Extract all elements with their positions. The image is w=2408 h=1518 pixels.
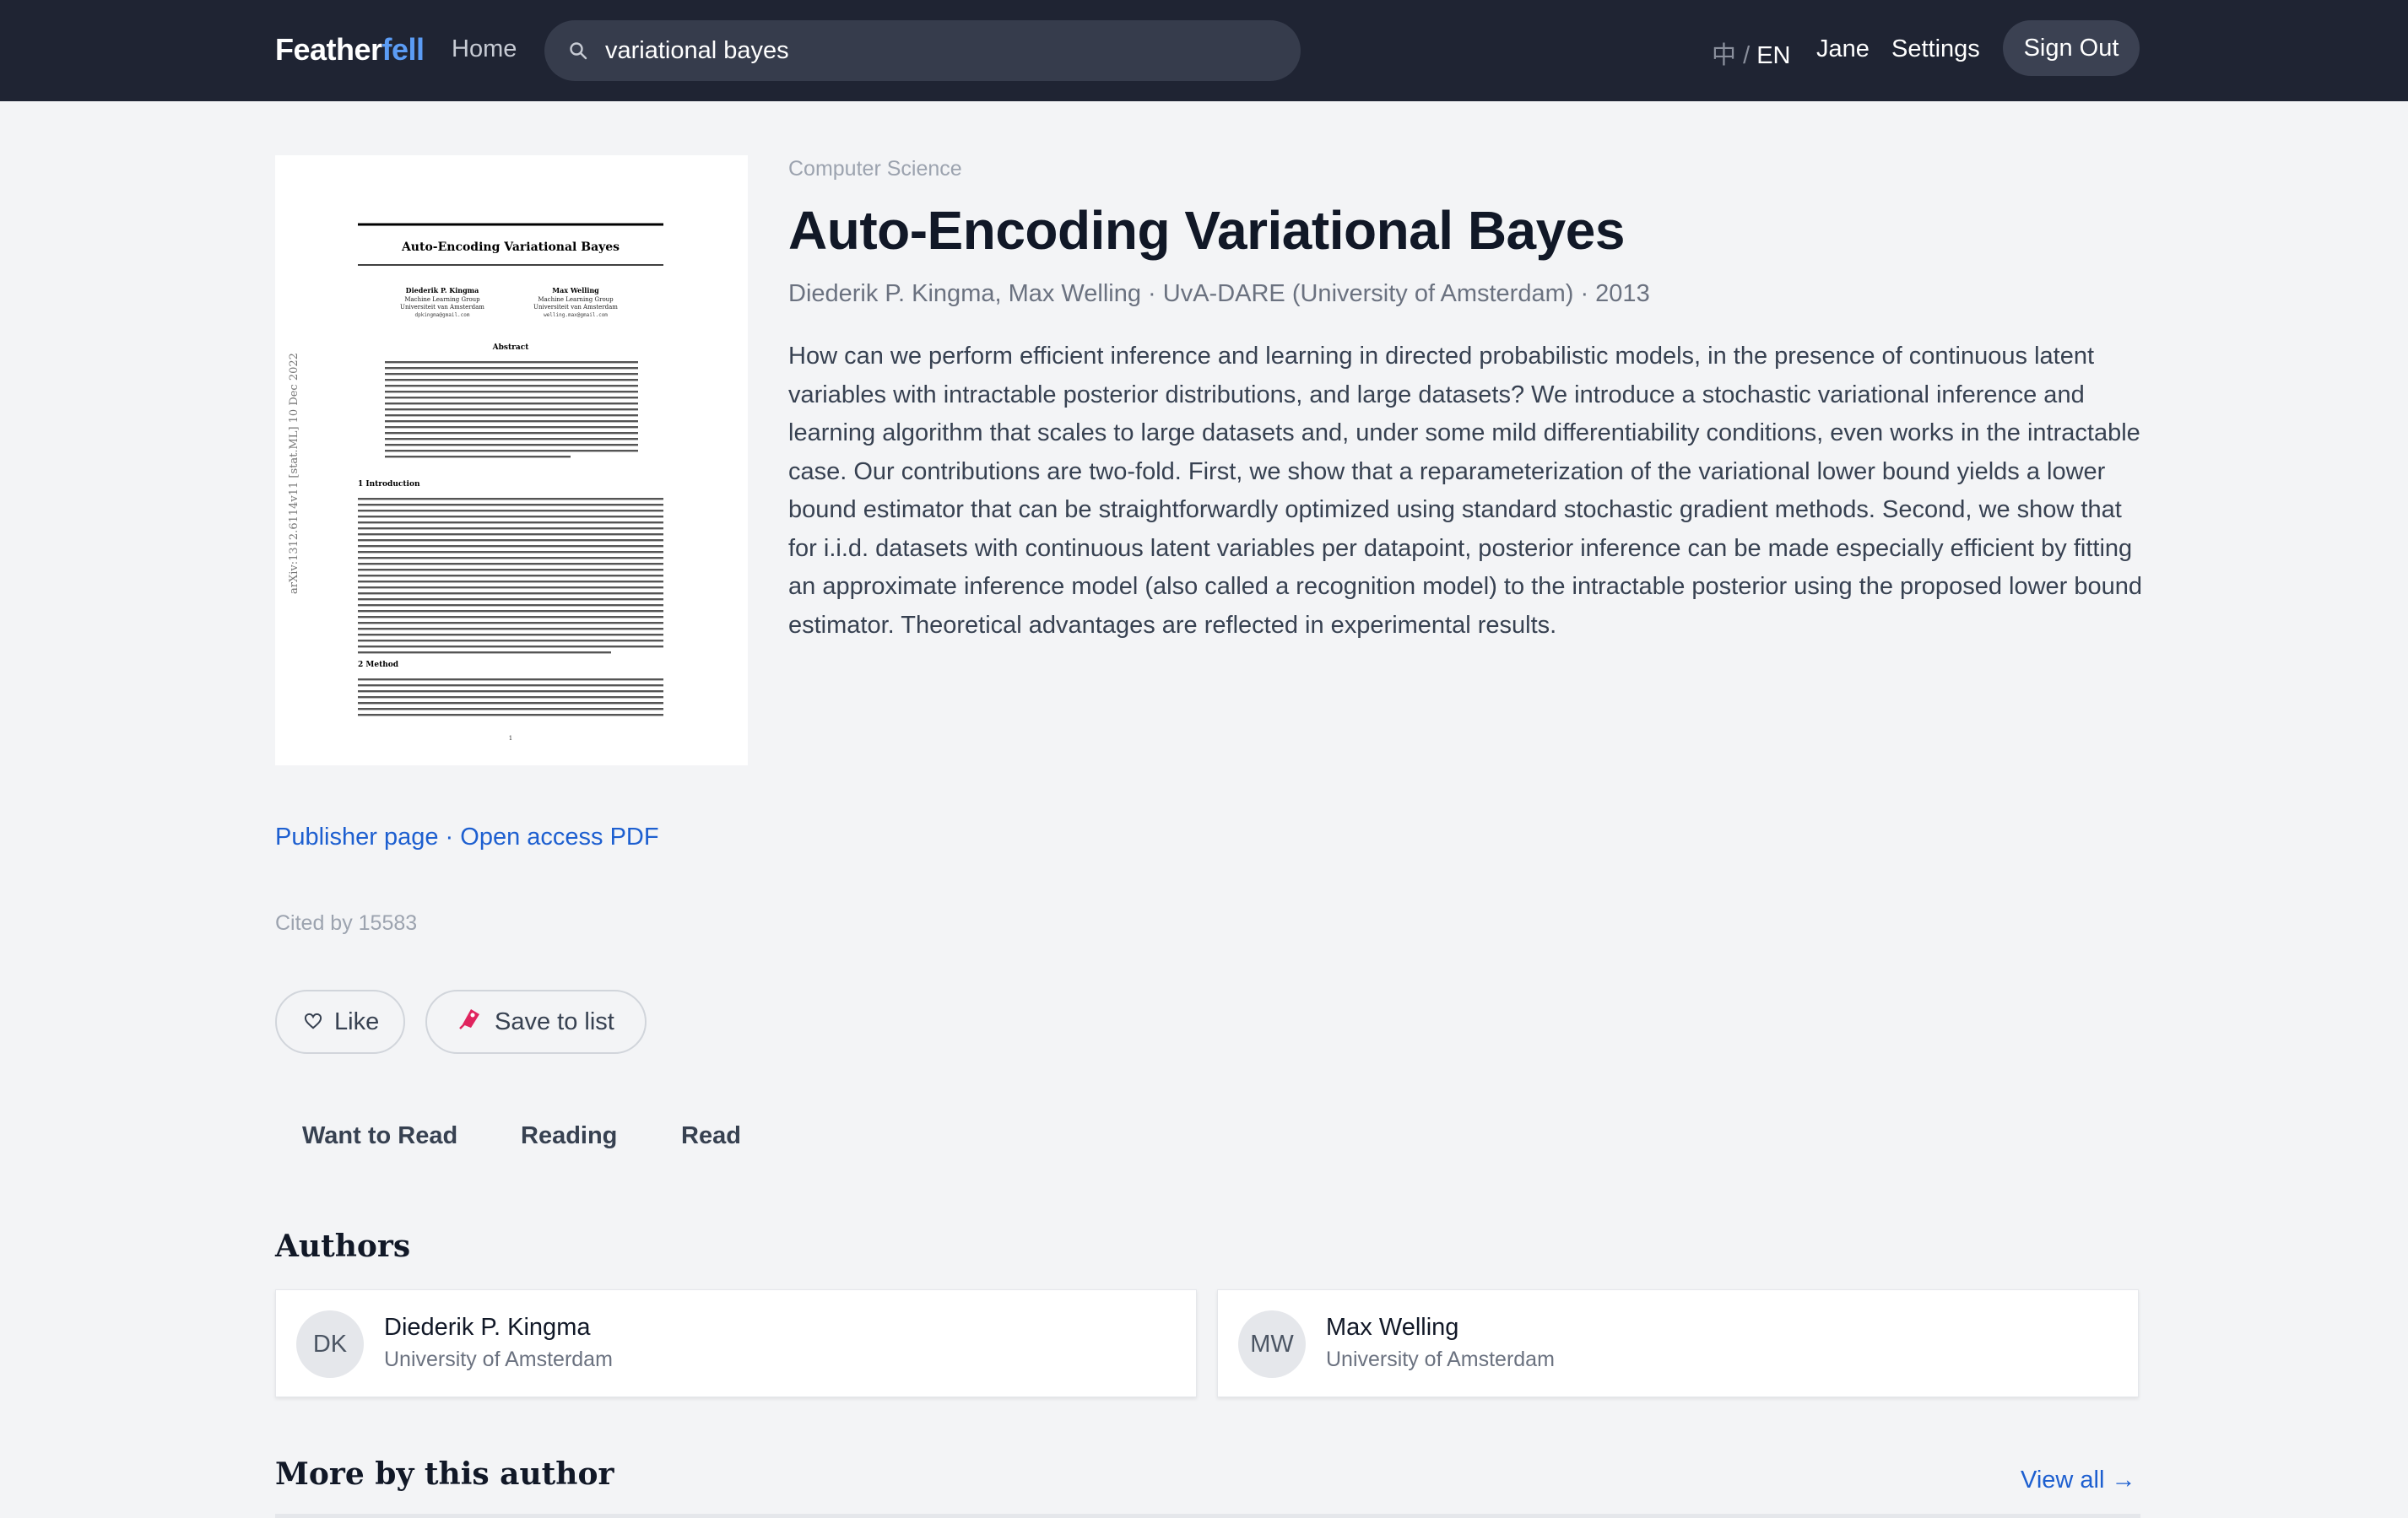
paper-title: Auto-Encoding Variational Bayes xyxy=(788,200,1625,261)
author-name: Diederik P. Kingma xyxy=(384,1314,591,1341)
settings-link[interactable]: Settings xyxy=(1891,35,1980,63)
search-icon xyxy=(570,42,587,60)
svg-text:welling.max@gmail.com: welling.max@gmail.com xyxy=(544,312,608,318)
save-to-list-label: Save to list xyxy=(495,1007,614,1035)
publisher-page-link[interactable]: Publisher page xyxy=(275,824,438,851)
user-name-link[interactable]: Jane xyxy=(1816,35,1870,63)
nav-home-link[interactable]: Home xyxy=(452,35,517,63)
arxiv-stamp: arXiv:1312.6114v11 [stat.ML] 10 Dec 2022 xyxy=(288,353,300,594)
svg-text:Diederik P. Kingma: Diederik P. Kingma xyxy=(406,286,479,294)
open-access-pdf-link[interactable]: Open access PDF xyxy=(460,824,658,851)
lang-zh-option[interactable]: 中 xyxy=(1712,42,1736,69)
paper-meta: Diederik P. Kingma, Max Welling · UvA-DA… xyxy=(788,280,1650,307)
like-label: Like xyxy=(334,1007,380,1035)
brand-logo[interactable]: Featherfell xyxy=(275,32,425,68)
author-affiliation: University of Amsterdam xyxy=(384,1348,613,1371)
cover-title: Auto-Encoding Variational Bayes xyxy=(401,240,620,254)
authors-heading: Authors xyxy=(275,1229,411,1264)
svg-text:dpkingma@gmail.com: dpkingma@gmail.com xyxy=(414,312,469,318)
author-card[interactable]: MW Max Welling University of Amsterdam xyxy=(1217,1289,2139,1397)
avatar: MW xyxy=(1238,1310,1306,1378)
author-name: Max Welling xyxy=(1326,1314,1459,1341)
svg-text:Machine Learning Group: Machine Learning Group xyxy=(404,296,480,303)
save-to-list-button[interactable]: Save to list xyxy=(425,990,647,1054)
search-bar[interactable] xyxy=(544,20,1301,81)
avatar: DK xyxy=(296,1310,364,1378)
paper-links: Publisher page · Open access PDF xyxy=(275,824,659,851)
search-input[interactable] xyxy=(605,30,1280,71)
svg-text:Max Welling: Max Welling xyxy=(552,286,599,294)
sign-out-button[interactable]: Sign Out xyxy=(2003,20,2140,76)
paper-first-page-image: Auto-Encoding Variational Bayes Diederik… xyxy=(275,155,748,765)
paper-cover-thumbnail[interactable]: Auto-Encoding Variational Bayes Diederik… xyxy=(275,155,748,765)
svg-text:1: 1 xyxy=(509,735,512,742)
lang-separator: / xyxy=(1743,42,1751,69)
svg-text:Machine Learning Group: Machine Learning Group xyxy=(538,296,614,303)
tab-read[interactable]: Read xyxy=(681,1122,741,1150)
cited-by-count[interactable]: Cited by 15583 xyxy=(275,911,417,936)
author-affiliation: University of Amsterdam xyxy=(1326,1348,1555,1371)
more-by-author-cards-edge xyxy=(275,1514,2140,1518)
more-by-author-heading: More by this author xyxy=(275,1456,614,1492)
tab-want-to-read[interactable]: Want to Read xyxy=(302,1122,457,1150)
language-switcher[interactable]: 中 / EN xyxy=(1712,35,1791,71)
svg-text:1 Introduction: 1 Introduction xyxy=(358,480,420,489)
lang-en-option[interactable]: EN xyxy=(1756,42,1790,69)
paper-abstract: How can we perform efficient inference a… xyxy=(788,343,2143,639)
author-card[interactable]: DK Diederik P. Kingma University of Amst… xyxy=(275,1289,1197,1397)
svg-text:Abstract: Abstract xyxy=(492,343,530,352)
svg-text:Universiteit van Amsterdam: Universiteit van Amsterdam xyxy=(533,304,618,311)
like-button[interactable]: Like xyxy=(275,990,405,1054)
bookmark-icon xyxy=(457,1006,483,1038)
link-separator: · xyxy=(438,824,461,851)
svg-text:Universiteit van Amsterdam: Universiteit van Amsterdam xyxy=(400,304,484,311)
svg-text:2 Method: 2 Method xyxy=(358,661,399,669)
paper-category[interactable]: Computer Science xyxy=(788,157,962,181)
top-navigation-bar: Featherfell Home 中 / EN Jane Settings Si… xyxy=(0,0,2408,101)
heart-icon xyxy=(304,1008,322,1036)
view-all-link[interactable]: View all → xyxy=(2021,1467,2135,1494)
tab-reading[interactable]: Reading xyxy=(521,1122,617,1150)
